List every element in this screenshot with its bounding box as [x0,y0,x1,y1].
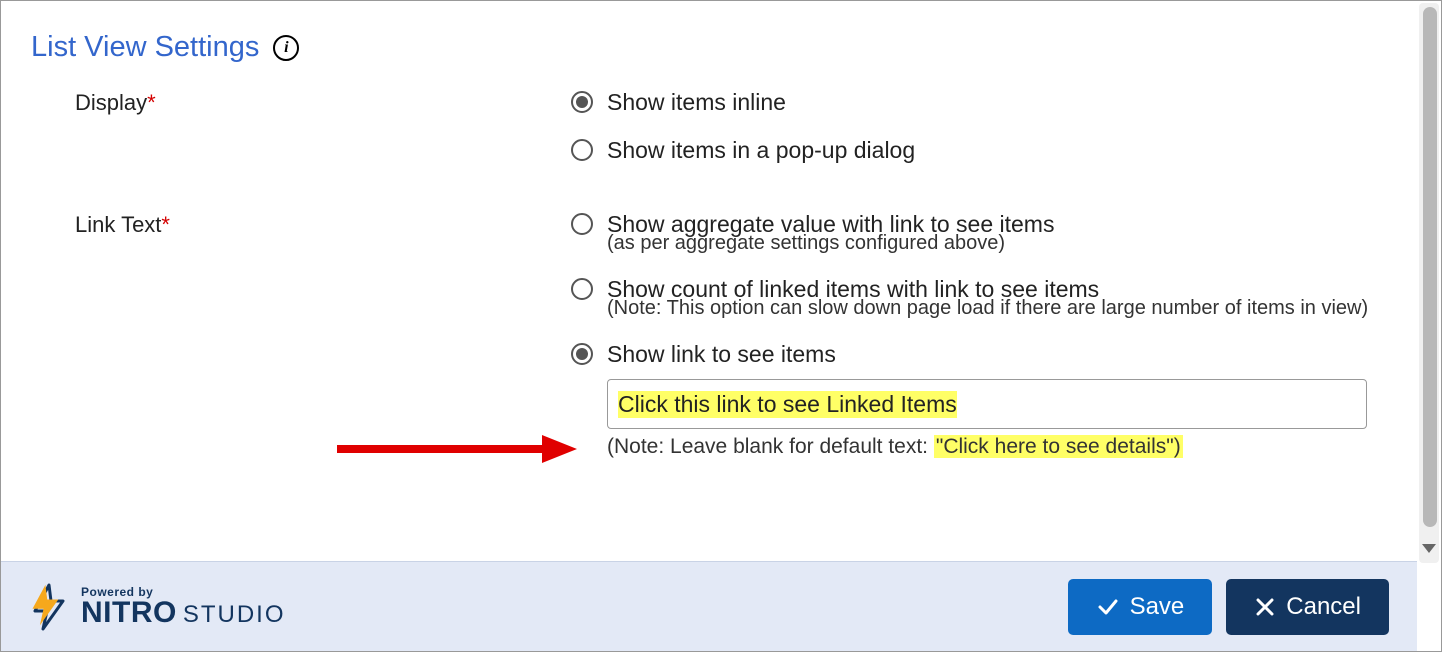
radio-aggregate[interactable] [571,213,593,235]
vertical-scrollbar-thumb[interactable] [1423,7,1437,527]
info-icon[interactable]: i [273,35,299,61]
logo-nitro: NITRO [81,598,177,628]
linktext-row: Link Text* Show aggregate value with lin… [31,210,1411,460]
required-asterisk: * [161,212,170,237]
radio-show-inline-label: Show items inline [607,88,786,118]
logo-text: Powered by NITRO STUDIO [81,586,286,628]
required-asterisk: * [147,90,156,115]
link-text-note: (Note: Leave blank for default text: "Cl… [607,435,1411,459]
link-text-input-wrap: Click this link to see Linked Items (Not… [607,379,1411,459]
logo-studio: STUDIO [183,603,286,627]
display-options: Show items inline Show items in a pop-up… [571,88,1411,202]
radio-show-inline[interactable] [571,91,593,113]
link-text-input[interactable]: Click this link to see Linked Items [607,379,1367,429]
section-header: List View Settings i [31,31,1411,64]
display-row: Display* Show items inline Show items in… [31,88,1411,202]
logo: Powered by NITRO STUDIO [29,583,286,631]
logo-bolt-icon [29,583,71,631]
scroll-down-icon[interactable] [1420,541,1438,555]
check-icon [1096,595,1120,619]
link-text-note-highlight: "Click here to see details") [934,435,1183,458]
footer-buttons: Save Cancel [1068,579,1389,635]
radio-show-popup-label: Show items in a pop-up dialog [607,136,915,166]
radio-showlink-label: Show link to see items [607,340,836,370]
radio-show-popup[interactable] [571,139,593,161]
vertical-scrollbar-track[interactable] [1419,3,1439,563]
linktext-label: Link Text* [31,210,571,238]
settings-panel: List View Settings i Display* Show items… [1,1,1441,561]
radio-showlink[interactable] [571,343,593,365]
close-icon [1254,596,1276,618]
linktext-options: Show aggregate value with link to see it… [571,210,1411,460]
radio-count[interactable] [571,278,593,300]
radio-count-sub: (Note: This option can slow down page lo… [607,297,1411,320]
save-button[interactable]: Save [1068,579,1213,635]
link-text-value: Click this link to see Linked Items [618,391,957,418]
section-title: List View Settings [31,31,259,64]
display-label: Display* [31,88,571,116]
footer: Powered by NITRO STUDIO Save Cancel [1,561,1417,651]
cancel-button[interactable]: Cancel [1226,579,1389,635]
